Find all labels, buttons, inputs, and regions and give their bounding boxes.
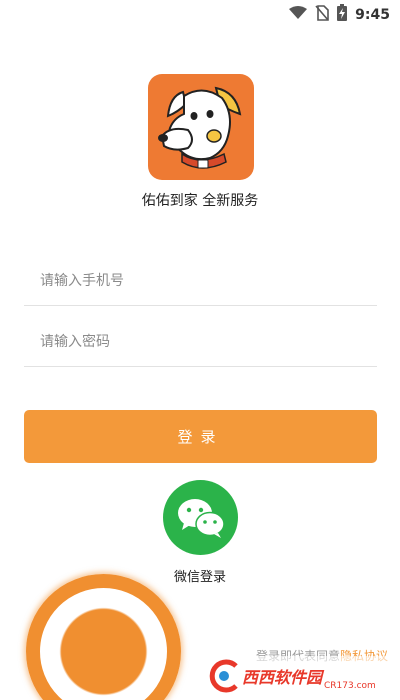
login-button[interactable]: 登录 bbox=[24, 410, 377, 463]
watermark-brand: 西西软件园 bbox=[242, 668, 323, 687]
watermark-domain: CR173.com bbox=[324, 681, 376, 691]
wifi-icon bbox=[289, 5, 308, 24]
app-logo bbox=[148, 74, 254, 180]
password-input[interactable] bbox=[24, 317, 377, 366]
status-time: 9:45 bbox=[355, 6, 390, 23]
login-screen: 9:45 佑佑到家 全新服务 请输入手机号 登录 微信登录 西西软件园 CR17… bbox=[0, 0, 400, 700]
wechat-login-label: 微信登录 bbox=[173, 570, 226, 585]
status-bar: 9:45 bbox=[0, 0, 400, 26]
no-sim-icon bbox=[315, 4, 329, 25]
app-tagline: 佑佑到家 全新服务 bbox=[141, 193, 259, 209]
floating-action-ring[interactable] bbox=[26, 574, 181, 700]
wechat-icon bbox=[177, 498, 225, 538]
wechat-login-button[interactable] bbox=[163, 480, 238, 555]
password-field-wrapper bbox=[24, 317, 377, 367]
dog-logo-icon bbox=[158, 86, 242, 169]
watermark-logo-icon bbox=[209, 659, 238, 693]
watermark: 西西软件园 CR173.com bbox=[206, 656, 396, 696]
phone-input[interactable] bbox=[24, 256, 377, 305]
battery-charging-icon bbox=[337, 4, 348, 25]
status-icons: 9:45 bbox=[289, 4, 390, 25]
phone-field-wrapper bbox=[24, 256, 377, 306]
